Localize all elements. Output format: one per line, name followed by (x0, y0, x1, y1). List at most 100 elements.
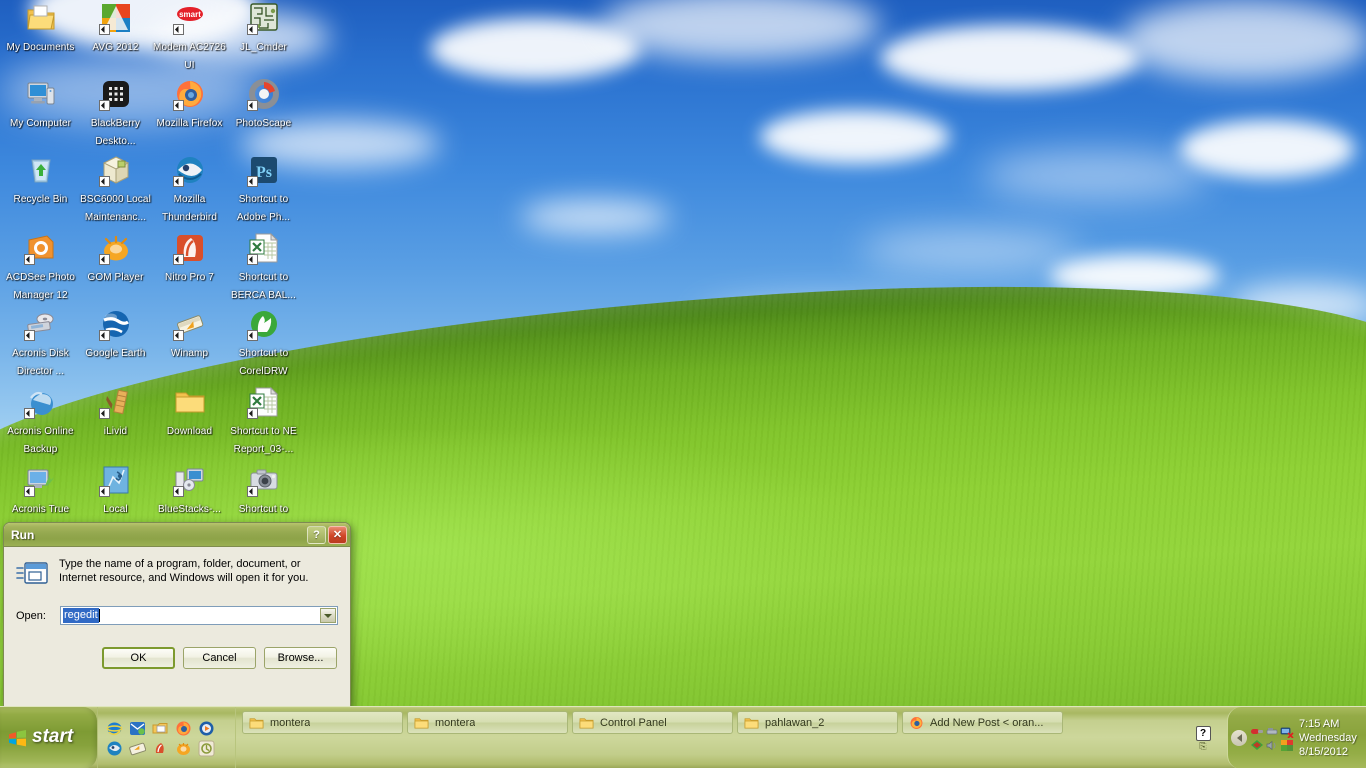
desktop-icon-shortcut-to-ne-report-03[interactable]: Shortcut to NE Report_03-... (226, 386, 301, 457)
tray-icon-list[interactable] (1250, 725, 1294, 752)
winamp-icon[interactable] (129, 740, 147, 757)
gom-player-icon[interactable] (175, 740, 192, 757)
start-button[interactable]: start (0, 707, 97, 768)
system-tray[interactable]: 7:15 AM Wednesday 8/15/2012 (1227, 707, 1366, 768)
open-combobox[interactable]: regedit (60, 606, 338, 625)
desktop-icon-acdsee-photo-manager-12[interactable]: ACDSee Photo Manager 12 (3, 232, 78, 303)
desktop-icon-my-computer[interactable]: My Computer (3, 78, 78, 131)
taskbar-button[interactable]: Add New Post < oran... (902, 711, 1063, 734)
desktop-icon-shortcut-to-adobe-ph[interactable]: Ps Shortcut to Adobe Ph... (226, 154, 301, 225)
acdsee-icon (23, 232, 57, 265)
cancel-button[interactable]: Cancel (183, 647, 256, 669)
shortcut-overlay-icon (98, 330, 110, 341)
desktop-icon-jl-cmder[interactable]: JL_Cmder (226, 2, 301, 55)
desktop-icon-winamp[interactable]: Winamp (152, 308, 227, 361)
taskbar-button[interactable]: Control Panel (572, 711, 733, 734)
desktop-icon-mozilla-firefox[interactable]: Mozilla Firefox (152, 78, 227, 131)
desktop-icon-shortcut-to-berca-bal[interactable]: Shortcut to BERCA BAL... (226, 232, 301, 303)
firefox-icon (909, 716, 924, 730)
nitro-pdf-icon[interactable] (152, 740, 169, 757)
nitro-pro-icon (172, 232, 206, 265)
internet-explorer-icon[interactable] (106, 720, 123, 737)
desktop-icon-my-documents[interactable]: My Documents (3, 2, 78, 55)
desktop-icon-photoscape[interactable]: PhotoScape (226, 78, 301, 131)
acronis-icon[interactable] (198, 740, 215, 757)
desktop-icon-label: BSC6000 Local Maintenanc... (80, 194, 151, 223)
camera-icon (246, 464, 280, 497)
taskbar-button-label: montera (270, 716, 311, 729)
clock[interactable]: 7:15 AM Wednesday 8/15/2012 (1299, 717, 1357, 759)
taskbar-button[interactable]: pahlawan_2 (737, 711, 898, 734)
network-disconnected-icon[interactable] (1280, 725, 1294, 739)
thunderbird-icon[interactable] (106, 740, 123, 757)
desktop-icon-avg-2012[interactable]: AVG 2012 (78, 2, 153, 55)
desktop-icon-nitro-pro-7[interactable]: Nitro Pro 7 (152, 232, 227, 285)
smart-modem-icon: smart (172, 2, 206, 35)
show-desktop-icon[interactable] (152, 720, 169, 737)
safely-remove-hardware-icon[interactable] (1265, 725, 1279, 738)
notification-area-left[interactable]: ? ⎘ (1179, 707, 1227, 768)
desktop-icon-mozilla-thunderbird[interactable]: Mozilla Thunderbird (152, 154, 227, 225)
shortcut-overlay-icon (246, 330, 258, 341)
outlook-express-icon[interactable] (129, 720, 146, 737)
desktop-icon-bluestacks[interactable]: BlueStacks-... (152, 464, 227, 517)
folder-icon (744, 716, 759, 730)
desktop[interactable]: My Documents AVG 2012 smart Modem AC2726 UI… (0, 0, 1366, 768)
help-button[interactable]: ? (307, 525, 326, 544)
taskbar-button[interactable]: montera (242, 711, 403, 734)
quick-launch-bar[interactable] (97, 707, 235, 768)
help-balloon-icon[interactable]: ? (1195, 726, 1211, 741)
desktop-icon-blackberry-deskto[interactable]: BlackBerry Deskto... (78, 78, 153, 149)
usb-device-icon[interactable] (1250, 725, 1264, 738)
show-hidden-icons-chevron[interactable] (1231, 730, 1247, 746)
firefox-icon[interactable] (175, 720, 192, 737)
run-dialog-titlebar[interactable]: Run ? ✕ (4, 523, 350, 547)
desktop-icon-acronis-online-backup[interactable]: Acronis Online Backup (3, 386, 78, 457)
desktop-icon-label: Shortcut to CorelDRW (238, 348, 289, 377)
desktop-icon-acronis-disk-director[interactable]: Acronis Disk Director ... (3, 308, 78, 379)
desktop-icon-bsc6000-local-maintenanc[interactable]: BSC6000 Local Maintenanc... (78, 154, 153, 225)
combobox-dropdown-button[interactable] (320, 608, 336, 623)
shortcut-overlay-icon (172, 100, 184, 111)
desktop-icon-ilivid[interactable]: iLivid (78, 386, 153, 439)
open-input-value[interactable]: regedit (63, 608, 99, 623)
desktop-icon-google-earth[interactable]: Google Earth (78, 308, 153, 361)
avg-update-icon[interactable] (1250, 739, 1264, 752)
shortcut-overlay-icon (23, 330, 35, 341)
svg-text:Ps: Ps (256, 164, 272, 181)
ok-button[interactable]: OK (102, 647, 175, 669)
desktop-icon-download[interactable]: Download (152, 386, 227, 439)
taskbar-button[interactable]: montera (407, 711, 568, 734)
desktop-icon-shortcut-to[interactable]: Shortcut to (226, 464, 301, 517)
shortcut-overlay-icon (98, 486, 110, 497)
taskbar-task-list[interactable]: montera montera Control Panel pahlawan_2 Add… (235, 707, 1179, 768)
desktop-icon-label: GOM Player (87, 272, 144, 283)
restore-icon[interactable]: ⎘ (1199, 742, 1206, 751)
taskbar[interactable]: start montera montera Control Panel pahl… (0, 706, 1366, 768)
desktop-icon-acronis-true[interactable]: Acronis True (3, 464, 78, 517)
shortcut-overlay-icon (246, 24, 258, 35)
ilivid-icon (98, 386, 132, 419)
open-label: Open: (16, 609, 46, 622)
shortcut-overlay-icon (98, 408, 110, 419)
bsc6000-package-icon (98, 154, 132, 187)
desktop-icon-gom-player[interactable]: GOM Player (78, 232, 153, 285)
volume-icon[interactable] (1265, 739, 1279, 752)
shortcut-overlay-icon (98, 176, 110, 187)
desktop-icon-modem-ac2726-ui[interactable]: smart Modem AC2726 UI (152, 2, 227, 73)
desktop-icon-recycle-bin[interactable]: Recycle Bin (3, 154, 78, 207)
browse-button[interactable]: Browse... (264, 647, 337, 669)
media-player-icon[interactable] (198, 720, 215, 737)
firefox-icon (172, 78, 206, 111)
quick-launch-row-1 (106, 720, 235, 737)
run-open-row: Open: regedit (16, 606, 338, 625)
desktop-icon-local[interactable]: Local (78, 464, 153, 517)
avg-icon[interactable] (1280, 739, 1294, 752)
clock-day: Wednesday (1299, 732, 1357, 744)
desktop-icon-shortcut-to-coreldrw[interactable]: Shortcut to CorelDRW (226, 308, 301, 379)
shortcut-overlay-icon (246, 100, 258, 111)
quick-launch-row-2 (106, 740, 235, 757)
windows-logo-icon (8, 729, 27, 747)
run-dialog[interactable]: Run ? ✕ Type the name of a program, fold… (3, 522, 351, 708)
close-button[interactable]: ✕ (328, 525, 347, 544)
